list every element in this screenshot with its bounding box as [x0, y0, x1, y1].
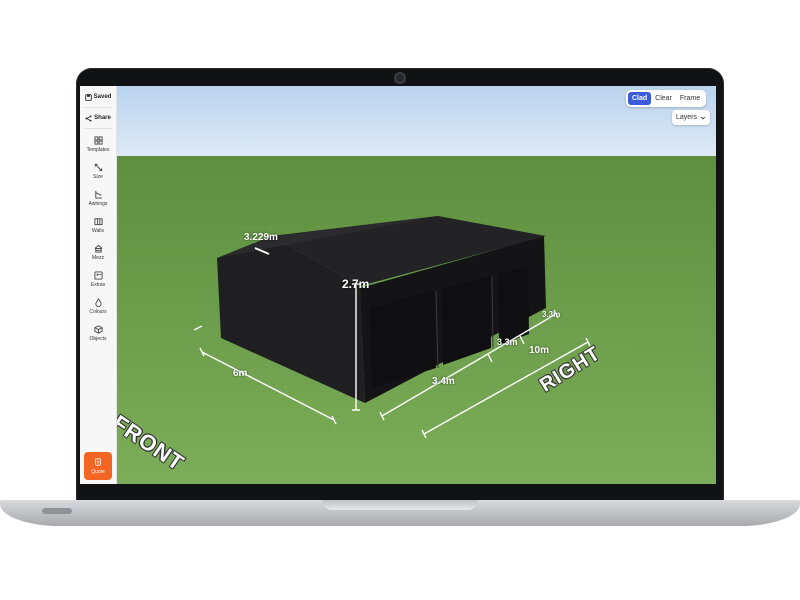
sky	[80, 86, 716, 158]
wall-height-label: 2.7m	[342, 277, 370, 291]
sidebar-item-templates[interactable]: Templates	[80, 131, 116, 158]
sidebar-item-mezz[interactable]: Mezz	[80, 239, 116, 266]
roof-slope-label: 3.229m	[244, 232, 278, 243]
sidebar-item-label: Colours	[89, 309, 107, 315]
sidebar-item-extras[interactable]: Extras	[80, 266, 116, 293]
front-width-label: 6m	[233, 368, 248, 379]
sidebar-divider	[84, 107, 112, 108]
walls-icon	[93, 218, 103, 226]
3d-viewport[interactable]	[80, 86, 716, 484]
droplet-icon	[94, 298, 102, 307]
share-icon	[85, 114, 92, 122]
webcam	[394, 72, 406, 84]
sidebar-divider	[84, 128, 112, 129]
chevron-down-icon	[700, 116, 706, 119]
grid-icon	[93, 136, 103, 145]
resize-icon	[94, 163, 102, 172]
quote-button[interactable]: Quote	[84, 452, 112, 480]
view-option-frame[interactable]: Frame	[676, 92, 704, 105]
sidebar-item-label: Walls	[91, 228, 105, 234]
total-length-label: 10m	[529, 345, 550, 356]
bay-1-label: 3.4m	[432, 376, 455, 387]
share-label: Share	[94, 115, 111, 121]
awning-icon	[94, 190, 102, 199]
saved-label: Saved	[93, 94, 112, 100]
layers-dropdown[interactable]: Layers	[672, 110, 710, 125]
sidebar-item-walls[interactable]: Walls	[80, 212, 116, 239]
bay-2-label: 3.3m	[497, 337, 518, 347]
sidebar-item-objects[interactable]: Objects	[80, 320, 116, 347]
layers-label: Layers	[675, 114, 697, 121]
cube-icon	[93, 325, 103, 334]
sidebar-item-label: Mezz	[92, 255, 104, 261]
laptop-notch	[322, 500, 478, 510]
bay-3-label: 3.3m	[542, 310, 561, 319]
save-icon	[84, 93, 92, 101]
share-button[interactable]: Share	[80, 110, 116, 126]
sidebar-item-label: Awnings	[88, 201, 108, 207]
mezzanine-icon	[94, 244, 102, 253]
sidebar-item-size[interactable]: Size	[80, 158, 116, 185]
laptop-foot-left	[42, 508, 72, 514]
view-mode-toggle: Clad Clear Frame	[626, 90, 707, 107]
sidebar-item-awnings[interactable]: Awnings	[80, 185, 116, 212]
extras-icon	[93, 271, 103, 280]
document-icon	[95, 457, 101, 466]
saved-button[interactable]: Saved	[80, 89, 116, 105]
view-option-clear[interactable]: Clear	[651, 92, 676, 105]
app-screen: 3.229m 2.7m 6m 3.4m 3.3m 3.3m 10m FRONT …	[80, 86, 716, 484]
sidebar-item-colours[interactable]: Colours	[80, 293, 116, 320]
sidebar-item-label: Templates	[86, 147, 110, 153]
left-toolbar: Saved Share Templates Size Awnings Walls…	[80, 86, 117, 484]
sidebar-item-label: Size	[93, 174, 103, 180]
sidebar-item-label: Extras	[90, 282, 106, 288]
sidebar-item-label: Objects	[89, 336, 107, 342]
view-option-clad[interactable]: Clad	[628, 92, 652, 105]
quote-label: Quote	[91, 468, 105, 475]
